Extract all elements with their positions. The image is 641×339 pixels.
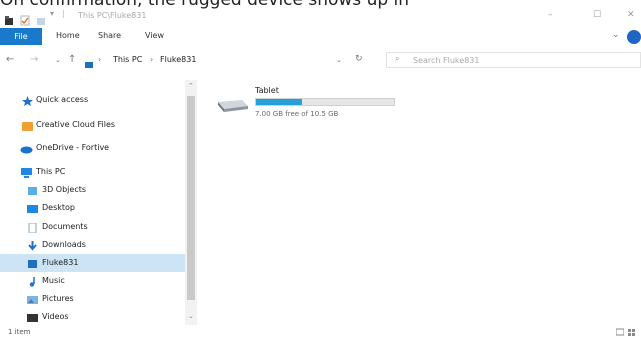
sidebar-item-this-pc[interactable]: This PC	[0, 163, 185, 181]
details-view-icon[interactable]	[615, 328, 625, 338]
sidebar-item-label: Desktop	[42, 203, 75, 212]
title-separator: |	[62, 9, 65, 18]
drive-tile-tablet[interactable]: Tablet 7.00 GB free of 10.5 GB	[214, 86, 404, 124]
sidebar-item-label: Quick access	[36, 95, 89, 104]
sidebar-item-label: Pictures	[42, 294, 74, 303]
sidebar-item-label: This PC	[36, 167, 66, 176]
breadcrumb-fluke831[interactable]: Fluke831	[160, 55, 196, 64]
navigation-pane: Quick access Creative Cloud Files OneDri…	[0, 80, 197, 325]
sidebar-item-label: Creative Cloud Files	[36, 120, 116, 129]
window-title: This PC\Fluke831	[78, 11, 147, 20]
maximize-button[interactable]: ☐	[593, 10, 601, 20]
drive-name: Tablet	[255, 86, 279, 95]
sidebar-item-quick-access[interactable]: Quick access	[0, 91, 185, 109]
sidebar-item-downloads[interactable]: Downloads	[0, 236, 185, 254]
sidebar-item-label: Downloads	[42, 240, 86, 249]
large-icons-view-icon[interactable]	[628, 328, 636, 338]
status-bar: 1 item	[0, 328, 641, 339]
pictures-icon	[27, 294, 38, 304]
creative-cloud-icon	[22, 120, 33, 131]
sidebar-item-pictures[interactable]: Pictures	[0, 290, 185, 308]
back-arrow-icon[interactable]: ←	[6, 54, 14, 65]
tab-home[interactable]: Home	[56, 31, 80, 40]
search-icon: ⌕	[395, 54, 400, 63]
documents-icon	[27, 222, 38, 234]
sidebar-item-videos[interactable]: Videos	[0, 308, 185, 326]
recent-locations-icon[interactable]: ⌄	[55, 56, 61, 64]
sidebar-item-label: Fluke831	[42, 258, 79, 267]
breadcrumb-separator: ›	[98, 55, 102, 64]
drive-icon	[214, 98, 250, 118]
caption-text: On confirmation, the rugged device shows…	[0, 0, 410, 10]
customize-toolbar-icon[interactable]: ▾	[50, 9, 54, 18]
address-row: ← → ⌄ ↑ › This PC › Fluke831 ⌄ ↻ Search …	[0, 51, 641, 71]
sidebar-item-documents[interactable]: Documents	[0, 218, 185, 236]
ribbon: File Home Share View ⌄	[0, 28, 641, 48]
device-icon	[27, 258, 38, 268]
sidebar-item-onedrive[interactable]: OneDrive - Fortive	[0, 139, 185, 157]
minimize-button[interactable]: –	[548, 10, 553, 20]
sidebar-item-label: 3D Objects	[42, 185, 87, 194]
sidebar-scroll-thumb[interactable]	[187, 96, 195, 300]
tab-share[interactable]: Share	[98, 31, 121, 40]
cloud-icon	[20, 143, 33, 154]
drive-free-space: 7.00 GB free of 10.5 GB	[255, 110, 339, 118]
breadcrumb-separator: ›	[150, 55, 154, 64]
tab-view[interactable]: View	[145, 31, 164, 40]
star-icon	[22, 95, 33, 106]
title-bar: ▾ | This PC\Fluke831 – ☐ ✕	[0, 9, 641, 26]
sidebar-item-label: OneDrive - Fortive	[36, 143, 110, 152]
desktop-folder-icon	[27, 203, 38, 213]
device-icon	[84, 55, 94, 74]
sidebar-item-fluke831[interactable]: Fluke831	[0, 254, 185, 272]
sidebar-item-music[interactable]: Music	[0, 272, 185, 290]
drive-usage-bar	[255, 98, 395, 106]
sidebar-item-3d-objects[interactable]: 3D Objects	[0, 181, 185, 199]
sidebar-item-label: Documents	[42, 222, 88, 231]
address-dropdown-icon[interactable]: ⌄	[336, 56, 342, 64]
scroll-down-icon[interactable]: ⌄	[188, 312, 194, 320]
item-count: 1 item	[8, 328, 31, 336]
tab-file[interactable]: File	[0, 28, 42, 45]
expand-ribbon-icon[interactable]: ⌄	[612, 30, 620, 40]
sidebar-item-creative-cloud-files[interactable]: Creative Cloud Files	[0, 116, 185, 134]
sidebar-item-label: Videos	[42, 312, 69, 321]
scroll-up-icon[interactable]: ⌃	[188, 82, 194, 90]
help-icon[interactable]	[627, 30, 641, 44]
content-pane: Tablet 7.00 GB free of 10.5 GB	[200, 80, 641, 325]
download-icon	[27, 240, 38, 251]
search-input[interactable]: Search Fluke831	[386, 52, 641, 68]
cube-icon	[27, 185, 38, 195]
music-icon	[27, 276, 38, 287]
up-arrow-icon[interactable]: ↑	[68, 54, 76, 65]
refresh-icon[interactable]: ↻	[355, 54, 363, 64]
videos-icon	[27, 312, 38, 322]
drive-usage-fill	[256, 99, 302, 105]
breadcrumb-this-pc[interactable]: This PC	[113, 55, 142, 64]
sidebar-item-desktop[interactable]: Desktop	[0, 199, 185, 217]
computer-icon	[20, 167, 32, 178]
sidebar-item-label: Music	[42, 276, 65, 285]
close-button[interactable]: ✕	[627, 10, 635, 20]
forward-arrow-icon[interactable]: →	[30, 54, 38, 65]
